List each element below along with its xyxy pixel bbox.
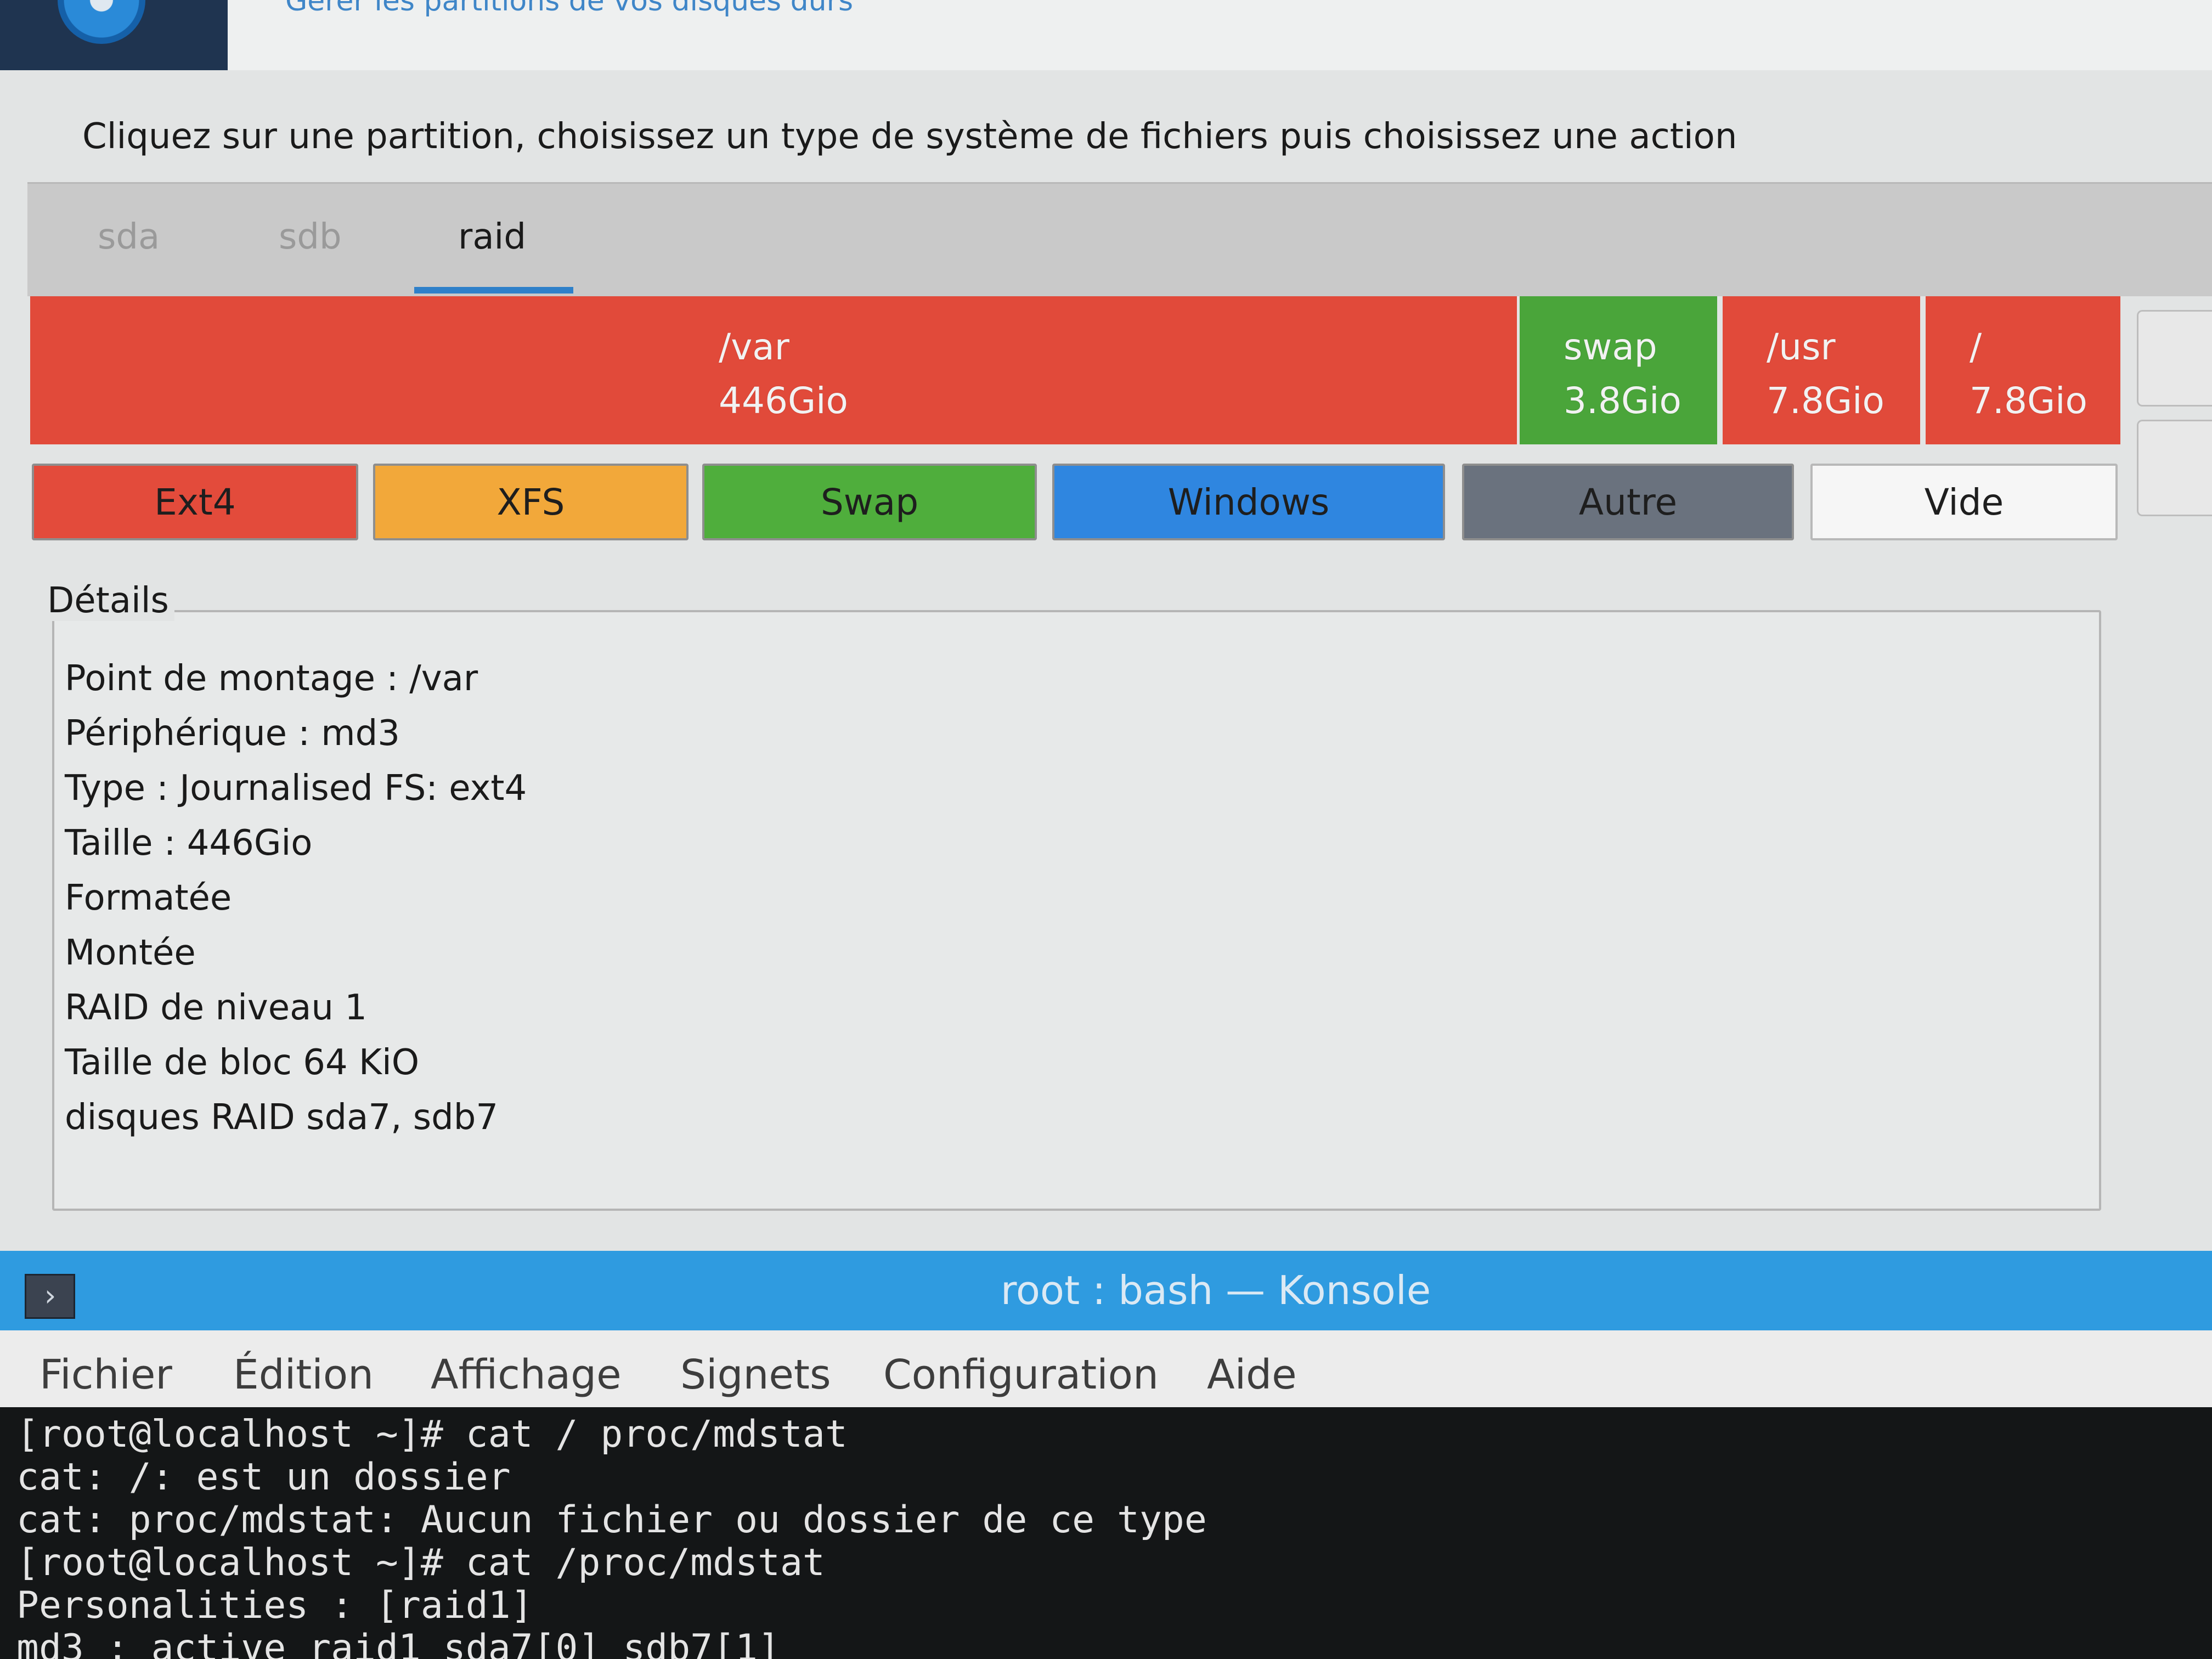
instructions-text: Cliquez sur une partition, choisissez un… [82, 116, 1737, 157]
partition-swap[interactable]: swap 3.8Gio [1520, 296, 1717, 444]
disk-icon [58, 0, 145, 44]
active-tab-indicator [414, 287, 573, 294]
terminal-line: cat: /: est un dossier [16, 1455, 511, 1499]
fs-other-button[interactable]: Autre [1462, 464, 1794, 540]
disk-tab-bar: sda sdb raid [27, 182, 2212, 296]
installer-header: Gérer les partitions de vos disques durs [0, 0, 2212, 70]
terminal-line: Personalities : [raid1] [16, 1584, 533, 1627]
terminal-line: cat: proc/mdstat: Aucun fichier ou dossi… [16, 1498, 1207, 1542]
fs-swap-button[interactable]: Swap [702, 464, 1037, 540]
terminal-line: [root@localhost ~]# cat / proc/mdstat [16, 1413, 848, 1456]
fs-windows-button[interactable]: Windows [1052, 464, 1445, 540]
tab-raid[interactable]: raid [458, 217, 526, 257]
terminal-line: [root@localhost ~]# cat /proc/mdstat [16, 1541, 825, 1584]
side-action-button[interactable] [2137, 420, 2212, 516]
konsole-menubar: Fichier Édition Affichage Signets Config… [0, 1330, 2212, 1407]
terminal-line: md3 : active raid1 sda7[0] sdb7[1] [16, 1627, 780, 1659]
detail-type: Type : Journalised FS: ext4 [65, 768, 527, 809]
partition-mount-label: /var [719, 326, 789, 368]
konsole-titlebar[interactable]: › root : bash — Konsole [0, 1251, 2212, 1330]
menu-view[interactable]: Affichage [431, 1351, 622, 1398]
menu-settings[interactable]: Configuration [883, 1351, 1159, 1398]
detail-raid-level: RAID de niveau 1 [65, 988, 367, 1028]
partition-mount-label: / [1970, 326, 1982, 368]
konsole-window-title: root : bash — Konsole [1000, 1267, 1431, 1313]
detail-mount-point: Point de montage : /var [65, 658, 478, 699]
fs-xfs-button[interactable]: XFS [373, 464, 689, 540]
terminal-output[interactable]: [root@localhost ~]# cat / proc/mdstat ca… [0, 1407, 2212, 1659]
partition-usr[interactable]: /usr 7.8Gio [1723, 296, 1920, 444]
tab-sdb[interactable]: sdb [279, 217, 342, 257]
installer-logo [0, 0, 228, 70]
partition-size-label: 3.8Gio [1564, 380, 1681, 422]
menu-bookmarks[interactable]: Signets [680, 1351, 831, 1398]
fs-ext4-button[interactable]: Ext4 [32, 464, 358, 540]
partition-var[interactable]: /var 446Gio [30, 296, 1517, 444]
menu-file[interactable]: Fichier [40, 1351, 172, 1398]
detail-device: Périphérique : md3 [65, 713, 400, 754]
side-action-button[interactable] [2137, 310, 2212, 407]
detail-formatted: Formatée [65, 878, 232, 918]
details-title: Détails [44, 580, 174, 621]
partition-size-label: 7.8Gio [1970, 380, 2087, 422]
tab-sda[interactable]: sda [98, 217, 160, 257]
menu-help[interactable]: Aide [1207, 1351, 1297, 1398]
partition-root[interactable]: / 7.8Gio [1926, 296, 2120, 444]
detail-mounted: Montée [65, 933, 196, 973]
detail-size: Taille : 446Gio [65, 823, 313, 864]
partition-size-label: 446Gio [719, 380, 848, 422]
detail-raid-disks: disques RAID sda7, sdb7 [65, 1097, 499, 1138]
partition-size-label: 7.8Gio [1767, 380, 1884, 422]
header-subtitle: Gérer les partitions de vos disques durs [285, 0, 854, 18]
menu-edit[interactable]: Édition [233, 1351, 374, 1398]
partition-mount-label: /usr [1767, 326, 1836, 368]
partition-mount-label: swap [1564, 326, 1657, 368]
detail-block-size: Taille de bloc 64 KiO [65, 1042, 420, 1083]
fs-empty-button[interactable]: Vide [1810, 464, 2118, 540]
